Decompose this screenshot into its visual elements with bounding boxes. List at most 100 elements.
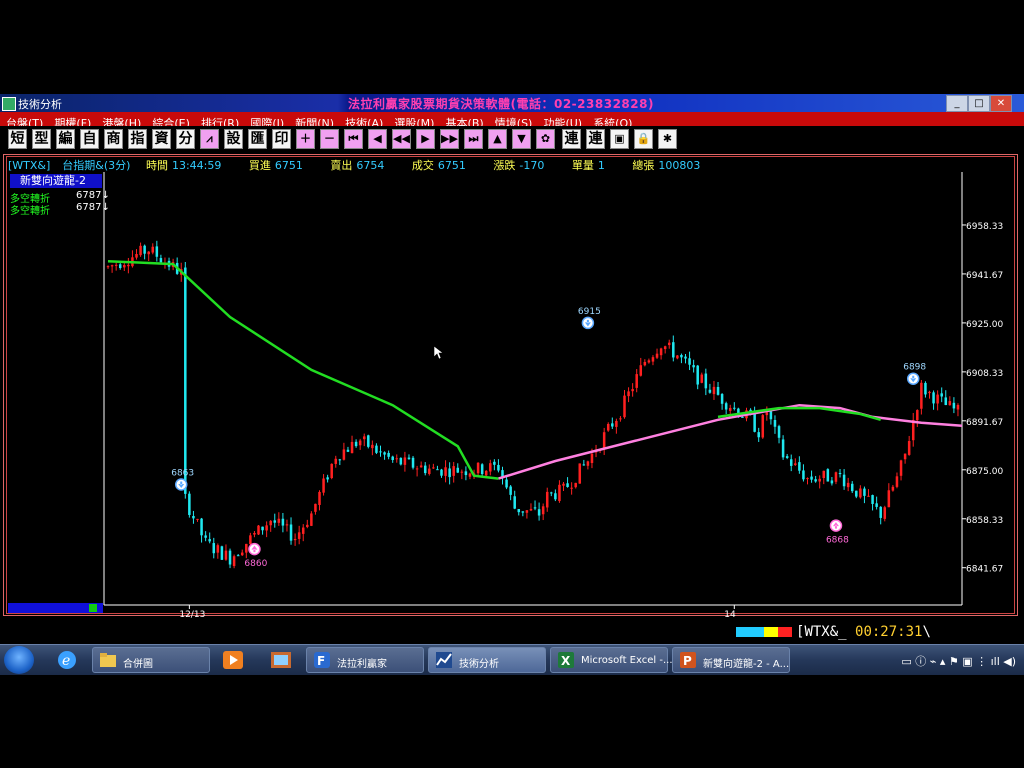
candle-body [789,459,793,466]
candle-body [371,444,374,449]
mouse-cursor-icon [433,345,444,360]
candle-body [794,463,797,465]
candle-body [200,518,203,536]
candle-body [322,478,325,493]
candle-body [318,491,321,505]
system-tray[interactable]: ▭ ⓘ ⌁ ▴ ⚑ ▣ ⋮ ıll ◀) [901,653,1016,669]
candle-body [350,441,354,454]
candle-body [224,550,228,560]
candle-body [379,451,382,453]
candle-body [550,492,553,494]
candle-body [952,402,956,409]
candle-body [151,246,155,253]
task-technical-analysis[interactable]: 技術分析 [428,647,546,673]
candle-body [529,508,533,511]
candle-body [859,488,862,498]
task-ferrari-winner[interactable]: F 法拉利贏家 [306,647,424,673]
candle-body [631,389,634,392]
candle-body [802,470,805,480]
candle-body [647,360,651,363]
candle-body [562,483,565,486]
candle-body [326,477,329,480]
candle-body [236,555,240,557]
candle-body [245,543,248,553]
candle-body [545,491,549,508]
candle-body [916,410,919,421]
candle-body [468,473,472,477]
excel-icon: X [558,652,574,668]
y-tick-label: 6925.00 [966,320,1003,330]
candle-body [842,474,846,487]
candle-body [436,469,439,471]
candle-body [399,457,403,465]
candle-body [269,520,272,526]
candle-body [253,532,256,535]
candle-body [391,456,394,460]
candle-body [415,468,419,470]
candle-body [948,401,952,406]
task-label: 合併圖 [123,659,153,670]
candle-body [956,404,960,410]
candle-body [920,382,923,409]
task-folder[interactable]: 合併圖 [92,647,210,673]
candle-body [798,462,801,471]
candle-body [497,464,500,471]
candle-body [944,397,948,406]
candle-body [700,374,704,383]
network-icon[interactable] [268,648,294,672]
candle-body [403,457,407,465]
candle-body [741,416,744,418]
candle-body [521,511,525,513]
task-excel[interactable]: X Microsoft Excel -... [550,647,673,673]
candle-body [277,518,281,523]
candle-body [367,435,370,447]
candle-body [871,495,874,504]
candlestick-chart[interactable]: 6958.33 6941.67 6925.00 6908.33 6891.67 6875.… [0,94,1024,644]
chart-status-bar [8,603,103,613]
candle-body [867,495,870,497]
candle-body [257,525,260,535]
candle-body [375,445,378,453]
candle-body [228,550,232,565]
candle-body [147,251,150,255]
svg-text:F: F [317,654,325,668]
candle-body [773,420,777,427]
svg-text:P: P [683,654,692,668]
signal-label: 6868 [826,536,849,546]
candle-body [855,490,858,497]
candle-body [143,245,146,254]
candle-body [769,411,773,420]
candle-body [814,479,817,482]
x-tick-label: 14 [724,610,736,620]
candle-body [586,461,590,466]
signal-label: 6863 [171,468,194,478]
candle-body [362,436,366,440]
candle-body [891,486,895,491]
candle-body [517,509,521,513]
candle-body [310,513,313,526]
candle-body [106,266,110,268]
candle-body [184,267,187,494]
candle-body [123,265,126,268]
candle-body [777,426,781,438]
candle-body [619,418,622,420]
ie-icon[interactable]: e [54,648,80,672]
task-powerpoint[interactable]: P 新雙向遊龍-2 - A... [672,647,790,673]
candle-body [757,432,760,438]
candle-body [110,265,114,267]
candle-body [606,423,610,431]
start-button[interactable] [4,646,34,674]
candle-body [306,524,309,527]
candle-body [830,480,834,484]
candle-body [192,515,195,519]
candle-body [289,524,293,541]
media-player-icon[interactable] [220,648,246,672]
candle-body [850,483,854,492]
candle-body [297,532,301,539]
candle-body [676,355,679,359]
candle-body [663,346,667,350]
candle-body [704,373,708,389]
candle-body [411,457,415,468]
taskbar: e 合併圖 F 法拉利贏家 技術分析 X Microsoft Excel -..… [0,644,1024,675]
candle-body [419,465,423,468]
